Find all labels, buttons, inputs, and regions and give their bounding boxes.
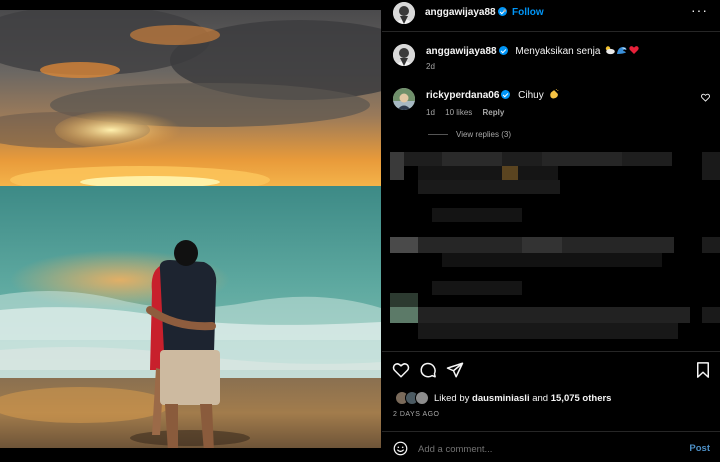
avatar-image [393,88,415,110]
post-button[interactable]: Post [689,443,710,454]
post-author-name[interactable]: anggawijaya88 [425,7,496,18]
comment-like-icon[interactable] [701,93,710,102]
likes-summary: Liked by dausminiasli and 15,075 others [395,391,611,405]
comment-time: 1d [426,108,435,117]
post-sidebar: anggawijaya88 • Follow ··· anggawijaya88… [382,0,720,462]
likes-user[interactable]: dausminiasli [472,393,530,404]
author-avatar[interactable] [393,2,415,24]
comment-username[interactable]: rickyperdana06 [426,90,499,101]
wave-emoji-icon [617,47,627,54]
comment-text: Cihuy [518,90,544,101]
avatar-image [393,2,415,24]
cloud-emoji-icon [606,46,616,55]
liker-avatar [415,391,429,405]
verified-icon [498,46,508,55]
pixelated-comments [382,145,720,350]
avatar-image [393,44,415,66]
more-icon[interactable]: ··· [691,2,708,18]
comment-icon[interactable] [419,361,437,379]
comment-meta: 1d 10 likes Reply [426,108,512,117]
caption: anggawijaya88 Menyaksikan senja [426,45,639,57]
emoji-icon[interactable] [393,441,408,456]
post-author[interactable]: anggawijaya88 [425,7,507,18]
comment-likes[interactable]: 10 likes [445,108,472,117]
caption-avatar[interactable] [393,44,415,66]
commenter-avatar[interactable] [393,88,415,110]
liker-avatars[interactable] [395,391,431,405]
view-replies-line [428,134,448,135]
header-divider [382,31,720,32]
bookmark-icon[interactable] [694,361,712,379]
caption-meta: 2d [426,62,443,71]
red-heart-emoji-icon [629,46,639,54]
caption-text: Menyaksikan senja [515,46,601,57]
comment-input[interactable] [418,441,648,457]
reply-button[interactable]: Reply [483,108,505,117]
view-replies-button[interactable]: View replies (3) [428,130,511,139]
likes-joiner: and [532,392,549,404]
post-date: 2 DAYS AGO [393,411,440,418]
actions-divider [382,351,720,352]
sunset-beach-image [0,10,381,448]
comment-bar: Post [382,432,720,462]
likes-others[interactable]: 15,075 others [551,393,612,404]
verified-icon [501,90,511,99]
heart-icon[interactable] [392,361,410,379]
clap-emoji-icon [549,89,558,99]
likes-prefix: Liked by [434,392,470,404]
view-replies-label[interactable]: View replies (3) [456,130,511,139]
share-icon[interactable] [446,361,464,379]
comment-item: rickyperdana06 Cihuy [426,89,559,101]
caption-username[interactable]: anggawijaya88 [426,46,497,57]
follow-button[interactable]: Follow [512,7,544,18]
caption-time: 2d [426,62,435,71]
post-photo[interactable] [0,10,381,448]
header-separator: • [503,6,507,17]
